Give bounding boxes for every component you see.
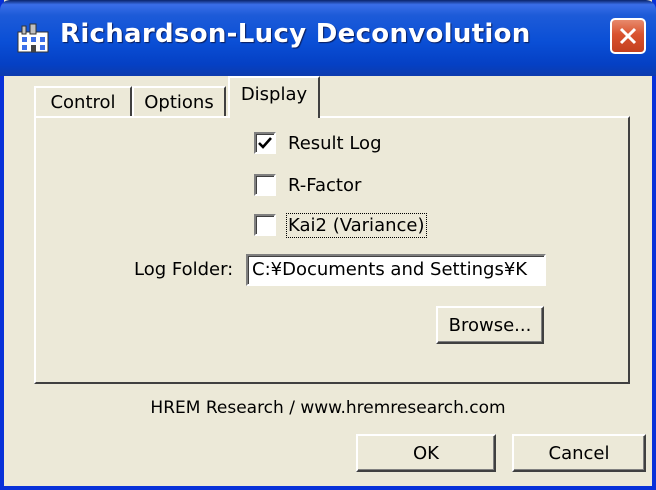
tab-options[interactable]: Options xyxy=(132,86,226,116)
window-title: Richardson-Lucy Deconvolution xyxy=(60,19,531,49)
close-icon xyxy=(619,27,637,45)
result-log-label: Result Log xyxy=(288,132,382,154)
browse-button[interactable]: Browse... xyxy=(436,306,544,344)
checkmark-icon xyxy=(258,137,272,149)
kai2-checkbox[interactable] xyxy=(254,214,276,236)
r-factor-label: R-Factor xyxy=(288,174,362,196)
dialog-window: Richardson-Lucy Deconvolution Control Op… xyxy=(0,0,656,490)
tab-control[interactable]: Control xyxy=(34,86,132,116)
tab-display[interactable]: Display xyxy=(228,76,320,118)
log-folder-label: Log Folder: xyxy=(134,259,234,280)
kai2-option[interactable]: Kai2 (Variance) xyxy=(254,212,427,238)
building-icon xyxy=(16,22,50,54)
close-button[interactable] xyxy=(610,18,646,54)
r-factor-checkbox[interactable] xyxy=(254,174,276,196)
title-bar[interactable]: Richardson-Lucy Deconvolution xyxy=(0,0,656,76)
r-factor-option[interactable]: R-Factor xyxy=(254,174,361,196)
result-log-option[interactable]: Result Log xyxy=(254,132,382,154)
cancel-button[interactable]: Cancel xyxy=(512,434,646,472)
ok-button[interactable]: OK xyxy=(356,434,496,472)
credit-text: HREM Research / www.hremresearch.com xyxy=(150,398,506,418)
log-folder-input[interactable]: C:¥Documents and Settings¥K xyxy=(246,254,546,286)
result-log-checkbox[interactable] xyxy=(254,132,276,154)
kai2-label: Kai2 (Variance) xyxy=(286,212,427,238)
